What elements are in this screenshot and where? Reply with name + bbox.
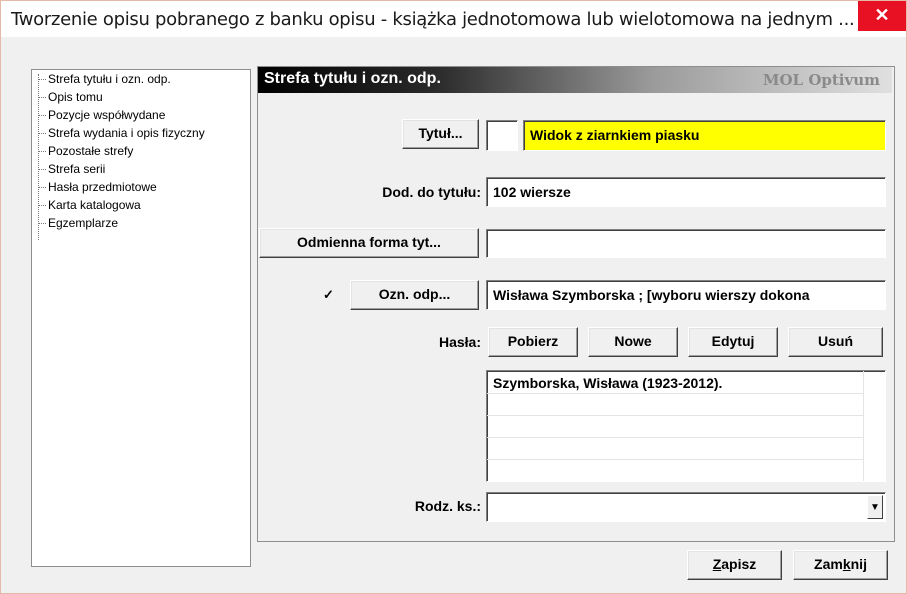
close-icon: ✕: [874, 5, 890, 25]
zapisz-label: apisz: [721, 556, 757, 572]
tree-item[interactable]: Pozostałe strefy: [32, 142, 250, 160]
odmienna-forma-button[interactable]: Odmienna forma tyt...: [259, 228, 479, 258]
usun-button[interactable]: Usuń: [788, 327, 883, 357]
dod-label: Dod. do tytułu:: [382, 184, 481, 200]
nowe-button[interactable]: Nowe: [588, 327, 678, 357]
zamknij-label: nij: [850, 556, 867, 572]
pobierz-button[interactable]: Pobierz: [488, 327, 578, 357]
grid-column-separator: [863, 371, 864, 481]
section-title: Strefa tytułu i ozn. odp.: [264, 70, 441, 87]
tree-item[interactable]: Opis tomu: [32, 88, 250, 106]
brand-logo: MOL Optivum: [762, 71, 880, 89]
edytuj-button[interactable]: Edytuj: [688, 327, 778, 357]
title-bar[interactable]: Tworzenie opisu pobranego z banku opisu …: [1, 1, 906, 37]
hasla-row[interactable]: Szymborska, Wisława (1923-2012).: [487, 372, 863, 394]
ozn-odp-button[interactable]: Ozn. odp...: [350, 280, 479, 310]
hasla-row[interactable]: [487, 394, 863, 416]
dod-field[interactable]: 102 wiersze: [486, 177, 886, 207]
zamknij-label-pre: Zam: [814, 556, 843, 572]
dropdown-arrow-icon[interactable]: ▼: [867, 495, 883, 519]
hasla-row[interactable]: [487, 416, 863, 438]
dialog-window: Tworzenie opisu pobranego z banku opisu …: [0, 0, 907, 594]
tytul-button[interactable]: Tytuł...: [402, 119, 479, 149]
tree-item[interactable]: Pozycje współwydane: [32, 106, 250, 124]
hasla-label: Hasła:: [438, 334, 481, 350]
hasla-row[interactable]: [487, 438, 863, 460]
rodz-ks-select[interactable]: ▼: [486, 492, 886, 522]
tree-item[interactable]: Strefa serii: [32, 160, 250, 178]
ozn-checkbox[interactable]: ✓: [323, 288, 336, 301]
zapisz-button[interactable]: Zapisz: [687, 550, 782, 580]
hasla-grid[interactable]: Szymborska, Wisława (1923-2012).: [486, 370, 886, 482]
section-header: Strefa tytułu i ozn. odp. MOL Optivum: [258, 67, 892, 93]
zamknij-button[interactable]: Zamknij: [793, 550, 888, 580]
tree-item[interactable]: Strefa wydania i opis fizyczny: [32, 124, 250, 142]
tytul-field[interactable]: Widok z ziarnkiem piasku: [523, 120, 886, 151]
tree-item[interactable]: Strefa tytułu i ozn. odp.: [32, 70, 250, 88]
tytul-prefix-field[interactable]: [486, 120, 518, 151]
tree-item[interactable]: Egzemplarze: [32, 214, 250, 232]
tree-item[interactable]: Karta katalogowa: [32, 196, 250, 214]
zapisz-mnemonic: Z: [712, 556, 722, 572]
rodz-label: Rodz. ks.:: [414, 498, 481, 514]
window-title: Tworzenie opisu pobranego z banku opisu …: [11, 9, 855, 30]
odmienna-forma-field[interactable]: [486, 229, 886, 258]
ozn-odp-field[interactable]: Wisława Szymborska ; [wyboru wierszy dok…: [486, 280, 886, 310]
zamknij-mnemonic: k: [842, 556, 851, 572]
section-tree: Strefa tytułu i ozn. odp. Opis tomu Pozycj…: [31, 69, 251, 567]
tree-item[interactable]: Hasła przedmiotowe: [32, 178, 250, 196]
close-button[interactable]: ✕: [858, 1, 906, 31]
